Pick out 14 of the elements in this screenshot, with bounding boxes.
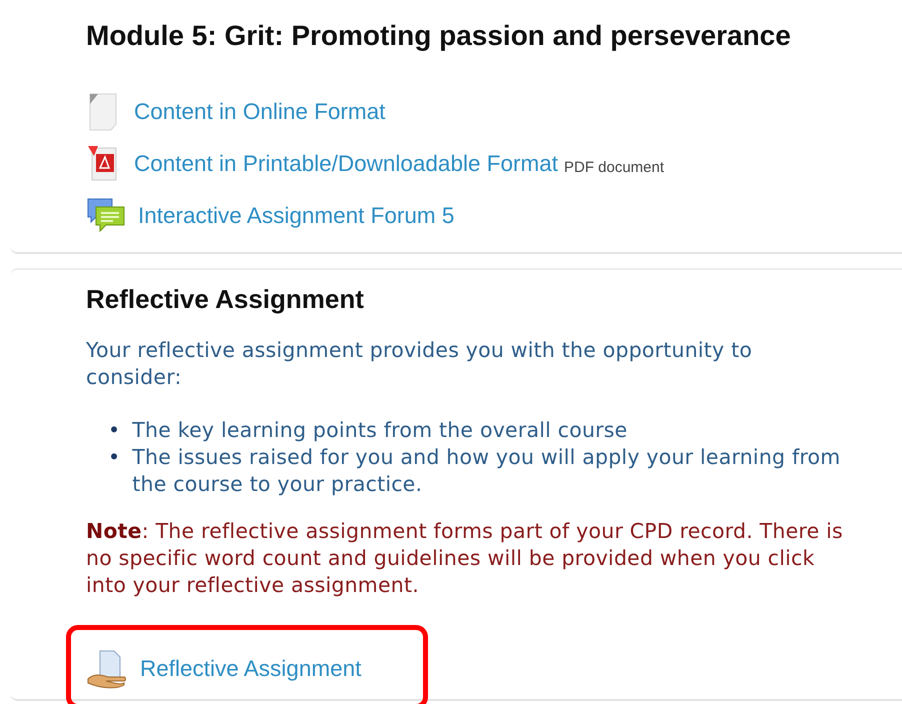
bullet-marker: • — [108, 417, 120, 444]
section-title: Module 5: Grit: Promoting passion and perseverance — [86, 20, 792, 52]
activity-link[interactable]: Content in Online Format — [134, 99, 386, 125]
bullet-item: The key learning points from the overall course — [132, 417, 628, 444]
file-type-label: PDF document — [564, 158, 664, 176]
hand-holding-document-icon — [86, 649, 128, 689]
section-title: Reflective Assignment — [86, 284, 365, 315]
activity-link[interactable]: Content in Printable/Downloadable Format — [134, 151, 558, 177]
note-text: Note: The reflective assignment forms part of your CPD record. There is no specific word count and guidelines will be provided when you click into your reflective assignment. — [86, 518, 844, 599]
bullet-item: The issues raised for you and how you will apply your learning from the course to your practice. — [132, 444, 842, 498]
bullet-marker: • — [108, 444, 120, 471]
activity-link[interactable]: Reflective Assignment — [140, 656, 362, 682]
intro-text: Your reflective assignment provides you with the opportunity to consider: — [86, 337, 754, 391]
activity-link[interactable]: Interactive Assignment Forum 5 — [138, 203, 454, 229]
